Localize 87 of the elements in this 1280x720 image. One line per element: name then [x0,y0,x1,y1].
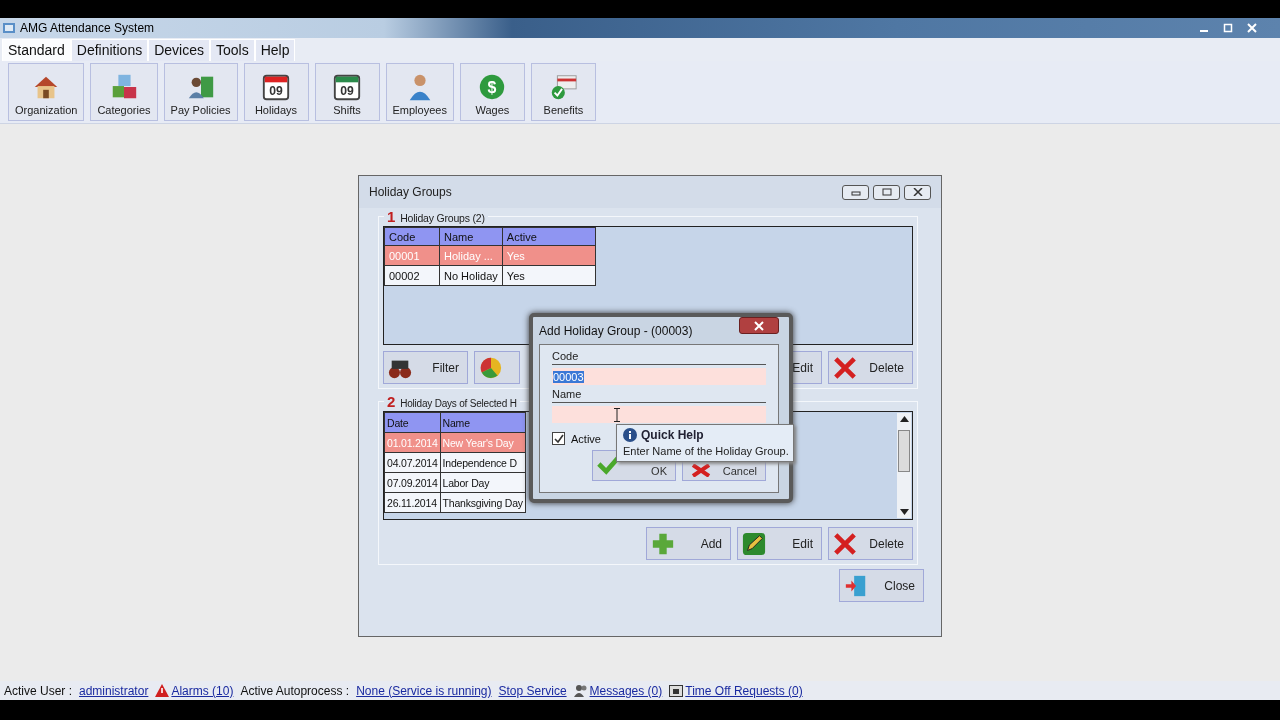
menu-tab[interactable]: Standard [2,39,71,61]
column-header[interactable]: Date [384,412,441,433]
close-button[interactable] [904,184,931,200]
toolbar-button[interactable]: Benefits [530,63,596,121]
table-row[interactable]: 00002 No Holiday Yes [384,265,596,286]
check-icon [553,433,564,444]
cross-icon [691,464,711,477]
pie-chart-icon [479,355,503,380]
close-icon[interactable] [1246,22,1258,34]
checkbox-label: Active [571,432,601,445]
menu-tab[interactable]: Tools [210,39,255,61]
status-link[interactable]: Messages (0) [589,683,663,698]
code-field[interactable]: 00003 [552,368,766,385]
calendar-icon: 09 [332,72,362,102]
toolbar-button[interactable]: Pay Policies [163,63,238,121]
scrollbar[interactable] [897,413,911,518]
column-header[interactable]: Active [502,227,596,246]
column-header[interactable]: Code [384,227,440,246]
toolbar-button[interactable]: Categories [90,63,158,121]
column-header[interactable]: Name [439,227,503,246]
add-button[interactable]: Add [646,527,731,560]
checkbox[interactable] [552,432,565,445]
delete-icon [833,355,857,380]
section-title: Holiday Days of Selected H [400,398,517,409]
toolbar-button[interactable]: Employees [385,63,454,121]
plus-icon [651,531,675,556]
minimize-button[interactable] [842,184,869,200]
scroll-thumb[interactable] [898,429,910,472]
scroll-down-icon[interactable] [899,509,909,515]
status-link[interactable]: Time Off Requests (0) [685,683,803,698]
status-link[interactable]: administrator [79,683,149,698]
close-icon [912,188,923,196]
restore-button[interactable] [873,184,900,200]
calendar-icon: 09 [261,72,291,102]
tooltip-title: Quick Help [641,428,704,442]
table-row[interactable]: 07.09.2014 Labor Day [384,472,526,493]
toolbar-button[interactable]: 09 Holidays [243,63,309,121]
section-number: 2 [387,393,396,410]
status-link[interactable]: None (Service is running) [356,683,492,698]
warning-icon [155,684,170,697]
field-label: Code [552,350,766,365]
delete-icon [833,531,857,556]
table-cell: 00002 [384,265,440,286]
pencil-icon [742,531,766,556]
restore-icon[interactable] [1222,22,1234,34]
table-cell: 00001 [384,245,440,266]
menu-tab[interactable]: Help [254,39,296,61]
window-title: Holiday Groups [369,185,452,199]
window-title: AMG Attendance System [20,21,155,35]
close-button[interactable]: Close [839,569,924,602]
field-label: Name [552,388,766,403]
delete-button[interactable]: Delete [828,527,913,560]
status-link[interactable]: Alarms (10) [171,683,234,698]
filter-button[interactable]: Filter [383,351,468,384]
section-title: Holiday Groups (2) [400,212,485,224]
toolbar-button[interactable]: 09 Shifts [314,63,380,121]
text-cursor-icon [614,408,620,422]
dialog-title: Add Holiday Group - (00003) [539,323,693,338]
restore-icon [881,188,892,196]
status-label: Active User : [4,683,72,698]
menu-tab[interactable]: Devices [148,39,210,61]
table-cell: 07.09.2014 [384,472,441,493]
toolbar-button[interactable]: Organization [8,63,85,121]
chart-button[interactable] [474,351,520,384]
status-link[interactable]: Stop Service [498,683,567,698]
table-row[interactable]: 04.07.2014 Independence D [384,452,526,473]
delete-button[interactable]: Delete [828,351,913,384]
table-cell: 26.11.2014 [384,492,441,513]
status-label: Active Autoprocess : [240,683,350,698]
info-icon [623,428,637,442]
table-cell: 04.07.2014 [384,452,441,473]
menu-tab[interactable]: Definitions [70,39,149,61]
table-cell: 01.01.2014 [384,432,441,453]
app-icon [2,21,16,35]
close-icon [754,320,764,331]
people-icon [573,684,588,697]
close-button[interactable] [739,317,779,334]
calendar-icon [669,684,684,697]
table-row[interactable]: 26.11.2014 Thanksgiving Day [384,492,526,513]
minimize-icon [850,188,861,196]
exit-door-icon [844,573,868,598]
edit-button[interactable]: Edit [737,527,822,560]
scroll-up-icon[interactable] [899,416,909,422]
section-number: 1 [387,208,396,225]
toolbar-button[interactable]: $ Wages [459,63,525,121]
name-field[interactable] [552,406,766,423]
column-header[interactable]: Name [440,412,526,433]
